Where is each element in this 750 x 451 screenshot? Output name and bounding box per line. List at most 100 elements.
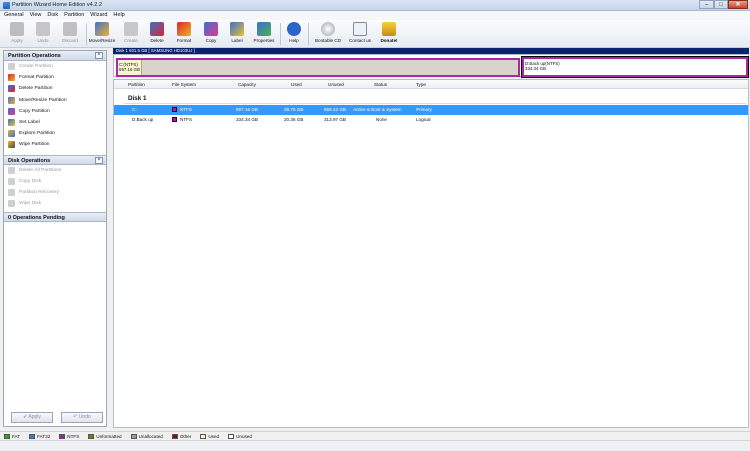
copy-icon xyxy=(204,22,218,36)
donate-button[interactable]: Donate! xyxy=(375,21,403,47)
create-partition-icon xyxy=(8,63,15,71)
delete-button[interactable]: Delete xyxy=(144,21,170,47)
legend-swatch xyxy=(130,433,137,439)
menu-general[interactable]: General xyxy=(3,11,29,20)
move-resize-button[interactable]: Move/Resize xyxy=(88,21,116,47)
maximize-button[interactable]: □ xyxy=(714,0,728,9)
menu-help[interactable]: Help xyxy=(112,11,129,20)
partition-table: Partition File System Capacity Used Unus… xyxy=(113,79,749,428)
table-row[interactable]: D:Back up NTFS 334.34 GB 20.36 GB 313.97… xyxy=(114,115,748,125)
partition-d-size: 334.34 GB xyxy=(525,66,546,71)
menu-wizard[interactable]: Wizard xyxy=(89,11,112,20)
col-type[interactable]: Type xyxy=(416,82,426,87)
col-partition[interactable]: Partition xyxy=(128,82,145,87)
op-partition-recovery[interactable]: Partition Recovery xyxy=(4,187,106,198)
col-file-system[interactable]: File System xyxy=(172,82,196,87)
op-delete-partition[interactable]: Delete Partition xyxy=(4,83,106,94)
op-explore-partition[interactable]: Explore Partition xyxy=(4,128,106,139)
menu-disk[interactable]: Disk xyxy=(46,11,63,20)
toolbar-separator xyxy=(280,23,281,45)
toolbar-separator xyxy=(86,23,87,45)
disk-operations-header[interactable]: Disk Operations ⌃ xyxy=(4,154,106,165)
partition-block-d[interactable]: D:Back up(NTFS) 334.34 GB xyxy=(521,56,749,78)
discard-button[interactable]: Discard xyxy=(56,21,84,47)
op-wipe-disk[interactable]: Wipe Disk xyxy=(4,198,106,209)
close-button[interactable]: ✕ xyxy=(728,0,748,9)
format-partition-icon xyxy=(8,74,15,82)
legend-item-fat32: FAT32 xyxy=(29,432,50,440)
op-copy-disk[interactable]: Copy Disk xyxy=(4,176,106,187)
disk-group-label: Disk 1 xyxy=(128,95,147,102)
legend-item-ntfs: NTFS xyxy=(59,432,79,440)
ntfs-color-icon xyxy=(172,117,177,122)
col-unused[interactable]: Unused xyxy=(328,82,344,87)
apply-button[interactable]: Apply xyxy=(4,21,30,47)
table-row[interactable]: C: NTFS 597.16 GB 38.75 GB 558.42 GB Act… xyxy=(114,105,748,115)
create-icon xyxy=(124,22,138,36)
toolbar: Apply Undo Discard Move/Resize Create De… xyxy=(0,20,750,48)
partition-block-c[interactable]: C:(NTFS) 597.16 GB xyxy=(116,58,520,77)
move-resize-partition-icon xyxy=(8,96,15,104)
undo-icon xyxy=(36,22,50,36)
help-button[interactable]: Help xyxy=(283,21,305,47)
minimize-button[interactable]: – xyxy=(699,0,714,9)
apply-icon xyxy=(10,22,24,36)
format-button[interactable]: Format xyxy=(171,21,197,47)
discard-icon xyxy=(63,22,77,36)
status-bar xyxy=(0,440,750,451)
col-capacity[interactable]: Capacity xyxy=(238,82,256,87)
label-icon xyxy=(230,22,244,36)
properties-icon xyxy=(257,22,271,36)
table-header: Partition File System Capacity Used Unus… xyxy=(114,80,748,89)
col-used[interactable]: Used xyxy=(291,82,302,87)
legend-item-unallocated: Unallocated xyxy=(130,432,163,440)
menu-view[interactable]: View xyxy=(29,11,47,20)
apply-pending-button[interactable]: ✔ Apply xyxy=(11,412,53,423)
label-button[interactable]: Label xyxy=(224,21,250,47)
toolbar-separator xyxy=(308,23,309,45)
menu-partition[interactable]: Partition xyxy=(63,11,89,20)
op-wipe-partition[interactable]: Wipe Partition xyxy=(4,139,106,150)
copy-button[interactable]: Copy xyxy=(198,21,224,47)
legend-item-used: Used xyxy=(200,432,219,440)
operations-panel: Partition Operations ⌃ Create Partition … xyxy=(3,50,107,427)
properties-button[interactable]: Properties xyxy=(250,21,278,47)
divider xyxy=(124,103,746,104)
wipe-disk-icon xyxy=(8,200,15,208)
op-create-partition[interactable]: Create Partition xyxy=(4,61,106,72)
move-resize-icon xyxy=(95,22,109,36)
legend-item-unused: Unused xyxy=(228,432,252,440)
legend-swatch xyxy=(200,433,207,439)
bootable-cd-icon xyxy=(321,22,335,36)
op-move-resize-partition[interactable]: Move/Resize Partition xyxy=(4,95,106,106)
op-delete-all-partitions[interactable]: Delete All Partitions xyxy=(4,165,106,176)
format-icon xyxy=(177,22,191,36)
legend-swatch xyxy=(228,433,235,439)
op-copy-partition[interactable]: Copy Partition xyxy=(4,106,106,117)
delete-icon xyxy=(150,22,164,36)
legend-swatch xyxy=(29,433,36,439)
col-status[interactable]: Status xyxy=(374,82,387,87)
op-set-label[interactable]: Set Label xyxy=(4,117,106,128)
collapse-icon[interactable]: ⌃ xyxy=(95,52,103,59)
legend-item-other: Other xyxy=(171,432,191,440)
bootable-cd-button[interactable]: Bootable CD xyxy=(311,21,345,47)
legend-bar: FAT FAT32 NTFS Unformatted Unallocated O… xyxy=(0,431,750,440)
help-icon xyxy=(287,22,301,36)
legend-swatch xyxy=(88,433,95,439)
contact-us-button[interactable]: Contact us xyxy=(346,21,374,47)
partition-operations-header[interactable]: Partition Operations ⌃ xyxy=(4,51,106,61)
partition-recovery-icon xyxy=(8,188,15,196)
title-bar: Partition Wizard Home Edition v4.2.2 – □… xyxy=(0,0,750,11)
app-icon xyxy=(3,2,10,9)
contact-icon xyxy=(353,22,367,36)
create-button[interactable]: Create xyxy=(118,21,144,47)
menu-bar: General View Disk Partition Wizard Help xyxy=(0,11,750,20)
delete-all-partitions-icon xyxy=(8,166,15,174)
op-format-partition[interactable]: Format Partition xyxy=(4,72,106,83)
partition-c-size: 597.16 GB xyxy=(119,67,140,72)
undo-button[interactable]: Undo xyxy=(30,21,56,47)
explore-partition-icon xyxy=(8,130,15,138)
collapse-icon[interactable]: ⌃ xyxy=(95,156,103,164)
undo-pending-button[interactable]: ↶ Undo xyxy=(61,412,103,423)
